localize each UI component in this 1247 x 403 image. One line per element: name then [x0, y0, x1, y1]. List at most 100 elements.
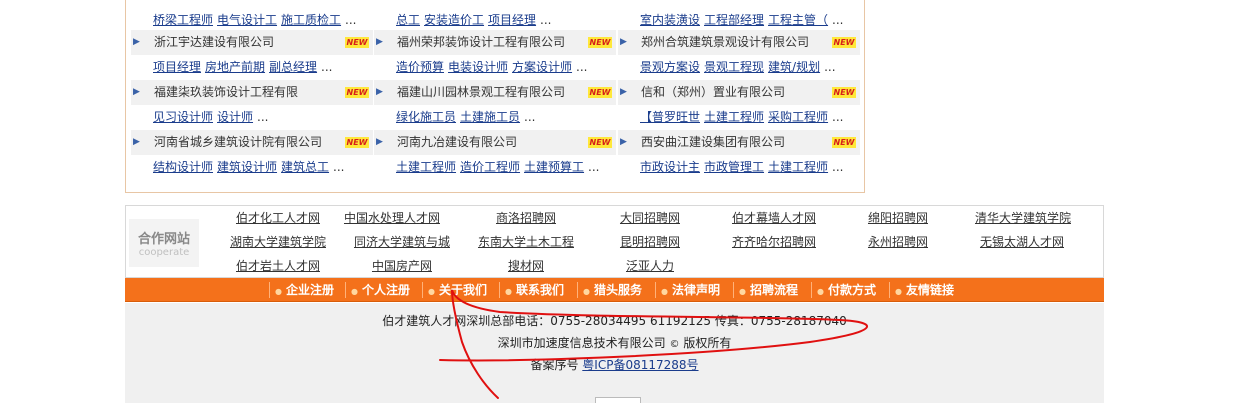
arrow-bullet-icon: ▶	[620, 87, 627, 97]
nav-about-us[interactable]: ● 关于我们	[428, 278, 487, 302]
job-link[interactable]: 市政管理工	[704, 160, 764, 174]
job-link[interactable]: 土建施工员	[460, 110, 520, 124]
nav-separator	[345, 282, 346, 298]
company-row[interactable]: ▶ 信和（郑州）置业有限公司 NEW	[618, 80, 860, 105]
partner-link[interactable]: 永州招聘网	[838, 230, 958, 254]
partner-link[interactable]: 搜材网	[466, 254, 586, 278]
partner-link[interactable]: 无锡太湖人才网	[962, 230, 1082, 254]
company-name[interactable]: 河南省城乡建筑设计院有限公司	[154, 135, 322, 149]
job-links-row: 景观方案设 景观工程现 建筑/规划...	[618, 55, 860, 80]
job-link[interactable]: 【普罗旺世	[640, 110, 700, 124]
job-link[interactable]: 土建工程师	[704, 110, 764, 124]
nav-process[interactable]: ● 招聘流程	[739, 278, 798, 302]
nav-headhunter[interactable]: ● 猎头服务	[583, 278, 642, 302]
nav-label: 关于我们	[438, 283, 487, 297]
company-name[interactable]: 浙江宇达建设有限公司	[154, 35, 274, 49]
job-links-row: 【普罗旺世 土建工程师 采购工程师...	[618, 105, 860, 130]
partner-link[interactable]: 伯才化工人才网	[218, 206, 338, 230]
job-links-row: 绿化施工员 土建施工员...	[374, 105, 616, 130]
company-row[interactable]: ▶ 福建柒玖装饰设计工程有限 NEW	[131, 80, 373, 105]
partner-link[interactable]: 中国房产网	[342, 254, 462, 278]
job-link[interactable]: 建筑/规划	[768, 60, 820, 74]
job-link[interactable]: 市政设计主	[640, 160, 700, 174]
company-name[interactable]: 郑州合筑建筑景观设计有限公司	[641, 35, 809, 49]
nav-personal-register[interactable]: ● 个人注册	[351, 278, 410, 302]
partner-link[interactable]: 清华大学建筑学院	[962, 206, 1084, 230]
partner-link[interactable]: 伯才岩土人才网	[218, 254, 338, 278]
dot-icon: ●	[505, 287, 512, 296]
job-link[interactable]: 造价工程师	[460, 160, 520, 174]
more-ellipsis: ...	[824, 60, 836, 74]
job-link[interactable]: 土建预算工	[524, 160, 584, 174]
company-row[interactable]: ▶ 福州荣邦装饰设计工程有限公司 NEW	[374, 30, 616, 55]
icp-link[interactable]: 粤ICP备08117288号	[582, 358, 698, 372]
company-name[interactable]: 河南九冶建设有限公司	[397, 135, 517, 149]
partner-link[interactable]: 齐齐哈尔招聘网	[714, 230, 834, 254]
partner-link[interactable]: 中国水处理人才网	[332, 206, 452, 230]
nav-payment[interactable]: ● 付款方式	[817, 278, 876, 302]
partner-link[interactable]: 大同招聘网	[590, 206, 710, 230]
job-link[interactable]: 建筑设计师	[217, 160, 277, 174]
company-name[interactable]: 福州荣邦装饰设计工程有限公司	[397, 35, 565, 49]
company-row[interactable]: ▶ 河南九冶建设有限公司 NEW	[374, 130, 616, 155]
arrow-bullet-icon: ▶	[620, 137, 627, 147]
partner-link[interactable]: 东南大学土木工程	[466, 230, 586, 254]
job-link[interactable]: 房地产前期	[205, 60, 265, 74]
job-link[interactable]: 设计师	[217, 110, 253, 124]
nav-legal[interactable]: ● 法律声明	[661, 278, 720, 302]
nav-friend-links[interactable]: ● 友情链接	[895, 278, 954, 302]
partner-link[interactable]: 湖南大学建筑学院	[218, 230, 338, 254]
job-link[interactable]: 副总经理	[269, 60, 317, 74]
job-link[interactable]: 造价预算	[396, 60, 444, 74]
company-name[interactable]: 福建柒玖装饰设计工程有限	[154, 85, 298, 99]
job-link[interactable]: 施工质检工	[281, 13, 341, 27]
job-link[interactable]: 方案设计师	[512, 60, 572, 74]
company-name[interactable]: 信和（郑州）置业有限公司	[641, 85, 785, 99]
company-row[interactable]: ▶ 福建山川园林景观工程有限公司 NEW	[374, 80, 616, 105]
new-badge: NEW	[588, 137, 612, 148]
job-links-row: 结构设计师 建筑设计师 建筑总工...	[131, 155, 373, 180]
job-link[interactable]: 室内装潢设	[640, 13, 700, 27]
partner-link[interactable]: 泛亚人力	[590, 254, 710, 278]
job-link[interactable]: 工程主管（	[768, 13, 828, 27]
partner-link[interactable]: 昆明招聘网	[590, 230, 710, 254]
contact-line: 伯才建筑人才网深圳总部电话：0755-28034495 61192125 传真：…	[382, 314, 847, 328]
job-link[interactable]: 项目经理	[153, 60, 201, 74]
job-link[interactable]: 建筑总工	[281, 160, 329, 174]
more-ellipsis: ...	[576, 60, 588, 74]
job-link[interactable]: 见习设计师	[153, 110, 213, 124]
company-name[interactable]: 福建山川园林景观工程有限公司	[397, 85, 565, 99]
job-link[interactable]: 电气设计工	[217, 13, 277, 27]
company-row[interactable]: ▶ 浙江宇达建设有限公司 NEW	[131, 30, 373, 55]
job-link[interactable]: 电装设计师	[448, 60, 508, 74]
cooperate-label-en: cooperate	[138, 247, 190, 258]
arrow-bullet-icon: ▶	[376, 137, 383, 147]
footer-nav-bar: ● 企业注册 ● 个人注册 ● 关于我们 ● 联系我们 ● 猎头服务 ● 法律声明 ● 招聘流…	[125, 278, 1104, 302]
new-badge: NEW	[588, 87, 612, 98]
partner-link[interactable]: 伯才幕墙人才网	[714, 206, 834, 230]
job-link[interactable]: 桥梁工程师	[153, 13, 213, 27]
new-badge: NEW	[832, 37, 856, 48]
job-link[interactable]: 工程部经理	[704, 13, 764, 27]
nav-company-register[interactable]: ● 企业注册	[275, 278, 334, 302]
job-link[interactable]: 采购工程师	[768, 110, 828, 124]
company-row[interactable]: ▶ 西安曲江建设集团有限公司 NEW	[618, 130, 860, 155]
job-link[interactable]: 土建工程师	[768, 160, 828, 174]
partner-link[interactable]: 同济大学建筑与城	[342, 230, 462, 254]
nav-contact-us[interactable]: ● 联系我们	[505, 278, 564, 302]
company-name[interactable]: 西安曲江建设集团有限公司	[641, 135, 785, 149]
job-link[interactable]: 安装造价工	[424, 13, 484, 27]
job-link[interactable]: 绿化施工员	[396, 110, 456, 124]
nav-separator	[269, 282, 270, 298]
job-link[interactable]: 景观方案设	[640, 60, 700, 74]
company-row[interactable]: ▶ 郑州合筑建筑景观设计有限公司 NEW	[618, 30, 860, 55]
certificate-badge-icon[interactable]	[595, 397, 641, 403]
job-link[interactable]: 总工	[396, 13, 420, 27]
company-row[interactable]: ▶ 河南省城乡建筑设计院有限公司 NEW	[131, 130, 373, 155]
job-link[interactable]: 土建工程师	[396, 160, 456, 174]
partner-link[interactable]: 绵阳招聘网	[838, 206, 958, 230]
partner-link[interactable]: 商洛招聘网	[466, 206, 586, 230]
job-link[interactable]: 景观工程现	[704, 60, 764, 74]
job-link[interactable]: 项目经理	[488, 13, 536, 27]
job-link[interactable]: 结构设计师	[153, 160, 213, 174]
